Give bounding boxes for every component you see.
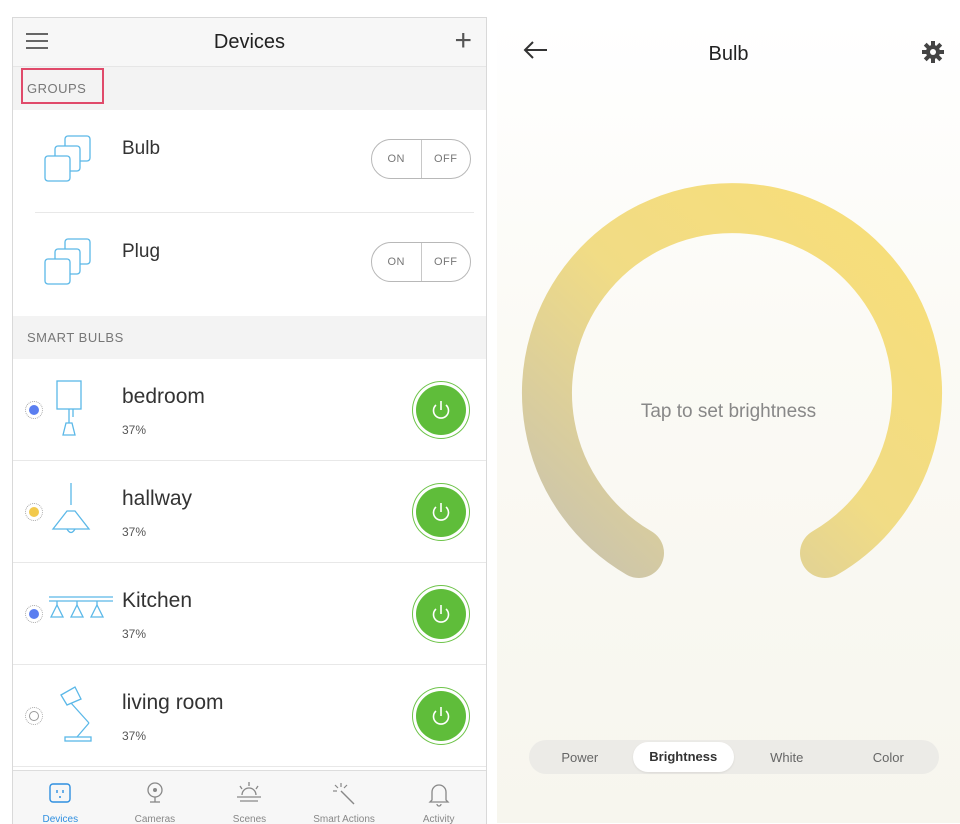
bottom-tab-bar: Devices Cameras Scenes Smart Actions Act… xyxy=(13,770,486,824)
device-brightness: 37% xyxy=(122,627,147,641)
groups-label: GROUPS xyxy=(27,81,87,96)
tap-brightness-message: Tap to set brightness xyxy=(640,401,817,422)
device-name: living room xyxy=(122,691,224,714)
mode-white[interactable]: White xyxy=(736,750,838,765)
device-name: Kitchen xyxy=(122,589,193,612)
add-device-icon[interactable]: + xyxy=(454,26,472,56)
outlet-icon xyxy=(49,783,71,803)
bulb-detail-screen: Bulb Tap to set brightness Power Brightn… xyxy=(497,17,960,823)
on-button[interactable]: ON xyxy=(372,243,422,281)
sunset-icon xyxy=(237,782,262,802)
brightness-arc[interactable] xyxy=(522,183,942,578)
group-name: Plug xyxy=(122,241,161,262)
tab-devices[interactable]: Devices xyxy=(13,771,108,824)
smart-bulbs-section-header: SMART BULBS xyxy=(13,316,486,359)
mode-selector: Power Brightness White Color xyxy=(529,740,939,774)
power-button[interactable] xyxy=(416,589,466,639)
mode-color[interactable]: Color xyxy=(838,750,940,765)
page-title: Devices xyxy=(213,31,286,53)
groups-section-header: GROUPS xyxy=(13,67,486,110)
device-brightness: 37% xyxy=(122,525,147,539)
device-name: bedroom xyxy=(122,385,205,408)
power-button[interactable] xyxy=(416,487,466,537)
smart-bulbs-label: SMART BULBS xyxy=(27,330,124,345)
devices-screen: Devices + GROUPS Bulb ON OFF Plug ON OFF xyxy=(12,17,487,824)
device-name: hallway xyxy=(122,487,193,510)
devices-header: Devices + xyxy=(13,18,486,67)
pendant-lamp-icon xyxy=(51,483,91,534)
tab-smart-actions[interactable]: Smart Actions xyxy=(297,771,392,824)
tab-cameras[interactable]: Cameras xyxy=(108,771,203,824)
magic-wand-icon xyxy=(333,783,355,805)
tab-activity[interactable]: Activity xyxy=(391,771,486,824)
group-on-off-toggle[interactable]: ON OFF xyxy=(371,139,471,179)
color-dot-fill xyxy=(29,711,39,721)
color-dot-fill xyxy=(29,609,39,619)
device-row[interactable]: living room 37% xyxy=(13,665,486,767)
power-icon xyxy=(432,707,450,725)
device-row[interactable]: bedroom 37% xyxy=(13,359,486,461)
bulb-header: Bulb xyxy=(497,17,960,89)
group-name: Bulb xyxy=(122,138,161,159)
device-brightness: 37% xyxy=(122,423,147,437)
on-button[interactable]: ON xyxy=(372,140,422,178)
off-button[interactable]: OFF xyxy=(422,243,471,281)
group-row[interactable]: Plug ON OFF xyxy=(13,213,486,316)
off-button[interactable]: OFF xyxy=(422,140,471,178)
power-button[interactable] xyxy=(416,385,466,435)
group-row[interactable]: Bulb ON OFF xyxy=(13,110,486,213)
tab-scenes[interactable]: Scenes xyxy=(202,771,297,824)
mode-brightness[interactable]: Brightness xyxy=(632,742,734,772)
color-dot-fill xyxy=(29,507,39,517)
bell-icon xyxy=(428,784,450,807)
group-on-off-toggle[interactable]: ON OFF xyxy=(371,242,471,282)
power-icon xyxy=(432,401,450,419)
power-button[interactable] xyxy=(416,691,466,741)
device-row[interactable]: hallway 37% xyxy=(13,461,486,563)
group-icon xyxy=(44,238,91,285)
group-icon xyxy=(44,135,91,182)
table-lamp-icon xyxy=(56,380,82,436)
color-dot-fill xyxy=(29,405,39,415)
device-brightness: 37% xyxy=(122,729,147,743)
power-icon xyxy=(432,605,450,623)
gear-icon[interactable] xyxy=(922,41,944,63)
chandelier-icon xyxy=(49,596,113,618)
camera-icon xyxy=(147,782,163,803)
desk-lamp-icon xyxy=(60,686,92,742)
device-row[interactable]: Kitchen 37% xyxy=(13,563,486,665)
power-icon xyxy=(432,503,450,521)
page-title: Bulb xyxy=(708,43,749,65)
mode-power[interactable]: Power xyxy=(529,750,631,765)
